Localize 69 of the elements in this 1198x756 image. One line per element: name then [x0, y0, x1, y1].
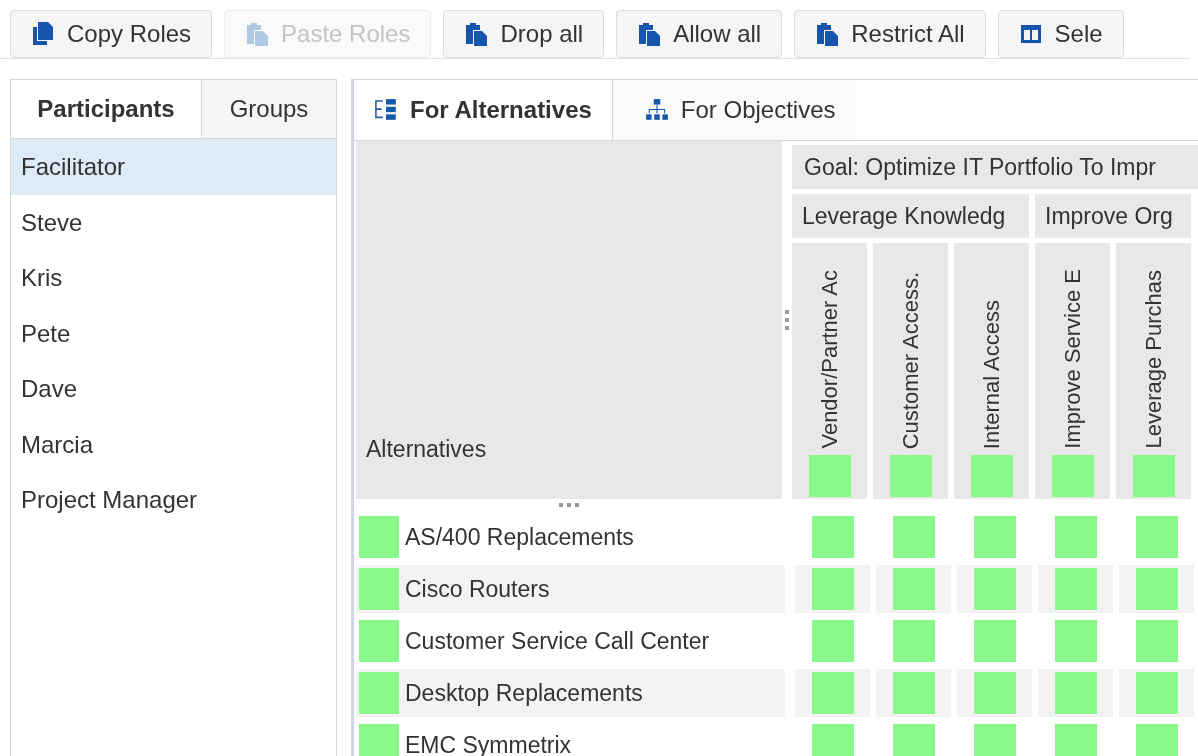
- participant-item[interactable]: Pete: [11, 305, 336, 361]
- participant-item[interactable]: Project Manager: [11, 472, 336, 528]
- role-toggle[interactable]: [1054, 672, 1097, 714]
- column-label: Alternatives: [366, 436, 487, 463]
- role-toggle[interactable]: [811, 516, 854, 558]
- participant-item[interactable]: Steve: [11, 194, 336, 250]
- role-toggle[interactable]: [359, 568, 399, 610]
- panel-tab[interactable]: Groups: [201, 80, 336, 138]
- clipboard-icon: [815, 21, 840, 47]
- clipboard-icon: [637, 21, 662, 47]
- alternative-name: AS/400 Replacements: [405, 523, 634, 551]
- role-toggle[interactable]: [973, 724, 1016, 756]
- copy-icon: [31, 21, 55, 47]
- role-toggle[interactable]: [973, 672, 1016, 714]
- role-toggle[interactable]: [892, 672, 935, 714]
- role-toggle[interactable]: [970, 455, 1013, 497]
- hierarchy-icon: [644, 98, 669, 122]
- role-toggle[interactable]: [1054, 516, 1097, 558]
- role-toggle[interactable]: [892, 568, 935, 610]
- role-toggle[interactable]: [811, 724, 854, 756]
- role-toggle[interactable]: [359, 672, 399, 714]
- role-toggle[interactable]: [1135, 568, 1178, 610]
- role-toggle[interactable]: [1054, 620, 1097, 662]
- role-toggle[interactable]: [973, 516, 1016, 558]
- participant-item[interactable]: Kris: [11, 250, 336, 306]
- objective-group-header: Leverage Knowledg: [792, 194, 1029, 238]
- participant-item[interactable]: Facilitator: [11, 139, 336, 195]
- role-toggle[interactable]: [892, 516, 935, 558]
- role-toggle[interactable]: [808, 455, 851, 497]
- role-toggle[interactable]: [892, 620, 935, 662]
- role-toggle[interactable]: [1135, 620, 1178, 662]
- role-toggle[interactable]: [889, 455, 932, 497]
- objective-group-header: Improve Org: [1035, 194, 1191, 238]
- clipboard-icon: [245, 21, 270, 47]
- role-toggle[interactable]: [1135, 516, 1178, 558]
- role-toggle[interactable]: [359, 620, 399, 662]
- role-toggle[interactable]: [1054, 724, 1097, 756]
- role-toggle[interactable]: [1051, 455, 1094, 497]
- role-toggle[interactable]: [1054, 568, 1097, 610]
- role-toggle[interactable]: [811, 672, 854, 714]
- role-toggle[interactable]: [811, 568, 854, 610]
- role-toggle[interactable]: [973, 568, 1016, 610]
- column-label: Improve Service E: [1059, 269, 1086, 449]
- role-toggle[interactable]: [973, 620, 1016, 662]
- role-toggle[interactable]: [1132, 455, 1175, 497]
- role-toggle[interactable]: [1135, 672, 1178, 714]
- role-toggle[interactable]: [359, 724, 399, 756]
- role-toggle[interactable]: [811, 620, 854, 662]
- list-icon: [374, 98, 398, 122]
- role-toggle[interactable]: [1135, 724, 1178, 756]
- column-label: Customer Access.: [897, 271, 924, 449]
- toolbar-button[interactable]: Restrict All: [794, 10, 986, 58]
- clipboard-icon: [464, 21, 489, 47]
- alternative-name: Customer Service Call Center: [405, 627, 710, 655]
- alternative-name: Cisco Routers: [405, 575, 550, 603]
- column-label: Leverage Purchas: [1140, 270, 1167, 449]
- column-label: Vendor/Partner Ac: [816, 270, 843, 449]
- toolbar-button[interactable]: Copy Roles: [10, 10, 213, 58]
- goal-header: Goal: Optimize IT Portfolio To Impr: [792, 145, 1198, 189]
- participant-item[interactable]: Marcia: [11, 416, 336, 472]
- toolbar-button[interactable]: Allow all: [616, 10, 783, 58]
- participant-item[interactable]: Dave: [11, 361, 336, 417]
- role-toggle[interactable]: [359, 516, 399, 558]
- role-toggle[interactable]: [892, 724, 935, 756]
- alternative-name: Desktop Replacements: [405, 679, 643, 707]
- view-tab[interactable]: For Objectives: [612, 80, 856, 140]
- toolbar-button[interactable]: Drop all: [443, 10, 605, 58]
- column-label: Internal Access: [978, 299, 1005, 449]
- toolbar-button[interactable]: Sele: [997, 10, 1124, 58]
